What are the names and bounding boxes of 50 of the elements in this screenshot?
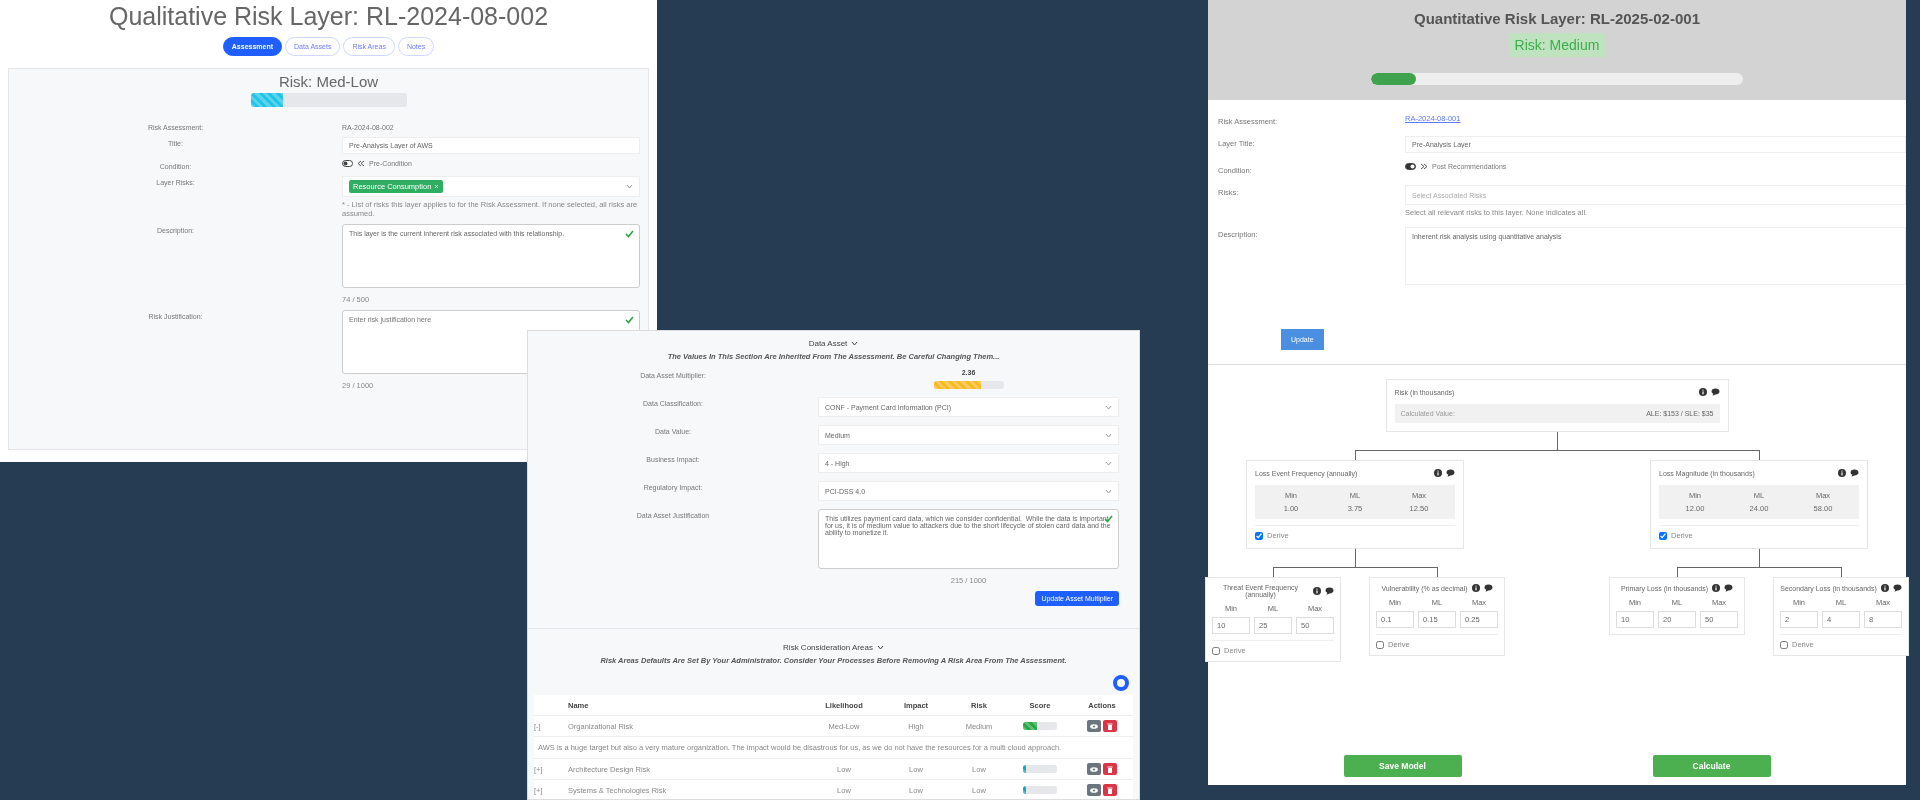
floating-button[interactable] xyxy=(1113,675,1129,691)
derive-checkbox[interactable] xyxy=(1212,646,1220,655)
remove-icon[interactable] xyxy=(434,184,440,189)
trash-icon xyxy=(1107,765,1113,773)
info-icon xyxy=(1434,469,1442,477)
derive-checkbox[interactable] xyxy=(1659,531,1667,540)
caret-icon xyxy=(1105,432,1112,438)
trash-icon xyxy=(1107,786,1113,794)
comment-icon xyxy=(1483,584,1493,592)
comment-icon xyxy=(1892,584,1902,592)
view-button[interactable] xyxy=(1087,784,1101,796)
caret-icon xyxy=(626,184,633,189)
info-icon xyxy=(1698,388,1707,396)
risk-heading: Risk: Med-Low xyxy=(277,73,380,90)
double-chevron-left-icon xyxy=(357,160,365,167)
view-button[interactable] xyxy=(1087,720,1101,732)
comment-icon xyxy=(1724,584,1734,592)
page-title: Qualitative Risk Layer: RL-2024-08-002 xyxy=(107,2,550,31)
toggle-on-icon[interactable] xyxy=(1405,163,1416,170)
trash-icon xyxy=(1107,722,1113,730)
comment-icon xyxy=(1325,587,1334,595)
caret-icon xyxy=(1105,460,1112,466)
derive-checkbox[interactable] xyxy=(1255,531,1263,540)
section-heading: Risk Consideration Areas xyxy=(783,643,873,652)
caret-icon xyxy=(851,341,859,346)
eye-icon xyxy=(1090,787,1098,793)
comment-icon xyxy=(1850,469,1859,477)
eye-icon xyxy=(1090,723,1098,729)
section-heading: Data Asset xyxy=(808,339,848,348)
delete-button[interactable] xyxy=(1103,720,1117,732)
eye-icon xyxy=(1090,766,1098,772)
delete-button[interactable] xyxy=(1103,763,1117,775)
info-icon xyxy=(1471,584,1480,592)
risk-badge: Risk: Medium xyxy=(1508,33,1606,57)
view-button[interactable] xyxy=(1087,763,1101,775)
info-icon xyxy=(1880,584,1889,592)
caret-icon xyxy=(1105,488,1112,494)
double-chevron-right-icon xyxy=(1420,163,1428,170)
caret-icon xyxy=(876,645,884,650)
info-icon xyxy=(1313,587,1321,595)
delete-button[interactable] xyxy=(1103,784,1117,796)
toggle-off-icon[interactable] xyxy=(342,160,353,167)
derive-checkbox[interactable] xyxy=(1780,640,1788,649)
comment-icon xyxy=(1710,388,1720,396)
comment-icon xyxy=(1446,469,1455,477)
info-icon xyxy=(1712,584,1721,592)
derive-checkbox[interactable] xyxy=(1376,640,1384,649)
caret-icon xyxy=(1105,404,1112,410)
page-title: Quantitative Risk Layer: RL-2025-02-001 xyxy=(1414,10,1700,27)
info-icon xyxy=(1838,469,1846,477)
